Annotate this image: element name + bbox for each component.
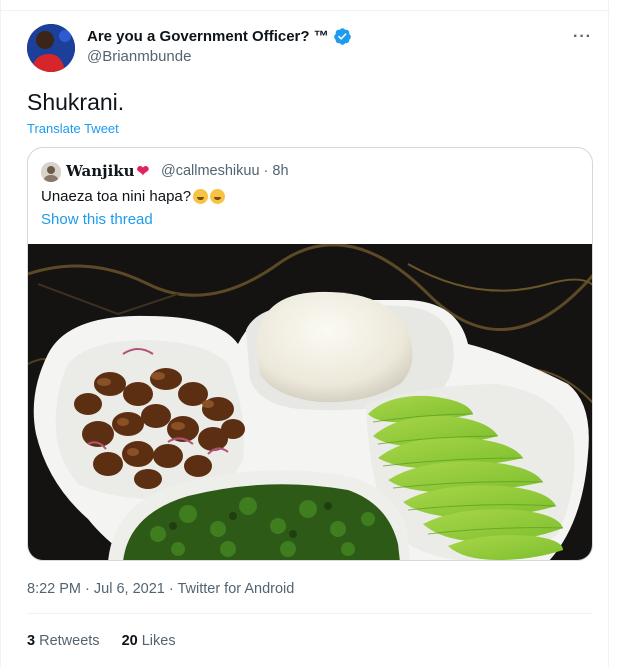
food-plate-image[interactable]: [28, 244, 593, 561]
quoted-text: Unaeza toa nini hapa?: [41, 188, 226, 205]
retweets-stat[interactable]: 3 Retweets: [27, 633, 100, 649]
likes-count: 20: [121, 633, 138, 649]
divider: [27, 613, 593, 614]
quoted-author-name-text: Wanjiku: [66, 162, 135, 180]
red-heart-icon: ❤: [136, 162, 150, 180]
author-name[interactable]: Are you a Government Officer? ™: [87, 27, 352, 46]
tweet-stats: 3 Retweets 20 Likes: [27, 633, 176, 649]
retweets-label: Retweets: [39, 633, 100, 649]
tweet-text: Shukrani.: [27, 89, 125, 115]
laughing-emoji-icon: [210, 189, 226, 204]
laughing-emoji-icon: [193, 189, 209, 204]
likes-stat[interactable]: 20 Likes: [122, 633, 176, 649]
quoted-tweet[interactable]: Wanjiku ❤ @callmeshikuu · 8h Unaeza toa …: [27, 147, 593, 561]
tweet-card: Are you a Government Officer? ™ @Brianmb…: [0, 0, 610, 667]
retweets-count: 3: [27, 633, 36, 649]
show-thread-link[interactable]: Show this thread: [41, 211, 153, 228]
author-name-text: Are you a Government Officer? ™: [87, 28, 329, 45]
quoted-author-name[interactable]: Wanjiku ❤: [66, 162, 149, 180]
tweet-timestamp-source[interactable]: 8:22 PM · Jul 6, 2021 · Twitter for Andr…: [27, 581, 294, 597]
translate-tweet-link[interactable]: Translate Tweet: [27, 121, 119, 136]
divider: [1, 10, 610, 11]
author-handle[interactable]: @Brianmbunde: [87, 48, 191, 65]
more-options-icon[interactable]: ···: [573, 28, 592, 46]
quoted-avatar[interactable]: [41, 162, 61, 182]
verified-icon: [333, 28, 351, 45]
quoted-text-content: Unaeza toa nini hapa?: [41, 188, 192, 205]
likes-label: Likes: [141, 633, 176, 649]
quoted-handle-time[interactable]: @callmeshikuu · 8h: [161, 163, 289, 179]
author-avatar[interactable]: [27, 24, 75, 72]
